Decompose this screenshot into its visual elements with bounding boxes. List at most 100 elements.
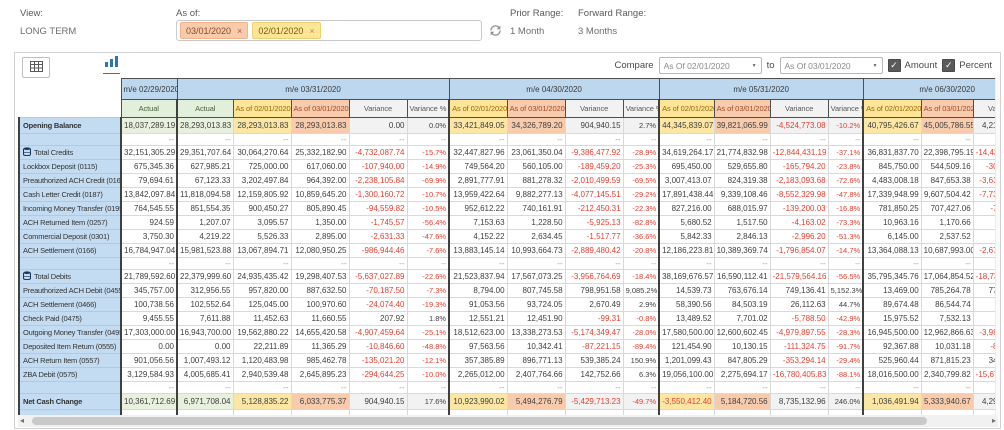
table-cell: --: [862, 257, 922, 270]
chart-view-button[interactable]: [103, 56, 120, 74]
table-cell: 785,264.78: [920, 283, 974, 298]
table-cell: 17,567,073.25: [506, 269, 566, 284]
table-cell: --: [406, 381, 451, 394]
table-cell: 10,361,712.69: [120, 393, 178, 410]
scroll-left-icon[interactable]: ◂: [20, 415, 24, 427]
table-cell: 2,940,539.48: [232, 367, 292, 382]
amount-checkbox[interactable]: ✓: [887, 59, 901, 72]
compare-to-value: As Of 03/01/2020: [784, 60, 851, 71]
table-row: Lockbox Deposit (0115) 675,345.36 627,985.…: [18, 159, 998, 174]
table-cell: --: [506, 381, 566, 394]
table-cell: --: [290, 257, 350, 270]
table-cell: 13,842,097.84: [120, 187, 178, 202]
table-cell: 807,745.58: [506, 283, 566, 298]
table-cell: 740,161.91: [506, 201, 566, 216]
table-row: Check Paid (0475) 9,455.55 7,611.88 11,452.…: [18, 311, 998, 326]
row-label: ACH Settlement (0466): [18, 297, 122, 312]
table-cell: --: [713, 257, 771, 270]
row-label: Preauthorized ACH Credit (0165): [18, 173, 122, 188]
table-cell: 2,895.00: [290, 229, 350, 244]
row-label: Deposited Item Return (0555): [18, 339, 122, 354]
table-cell: 67,123.33: [176, 173, 234, 188]
table-cell: --: [769, 381, 829, 394]
table-cell: -4,732,087.74: [348, 145, 408, 160]
table-cell: 100,970.60: [290, 297, 350, 312]
table-cell: 3,202,497.84: [232, 173, 292, 188]
chip-remove-icon[interactable]: ×: [309, 26, 314, 36]
table-cell: 10,923,990.02: [448, 393, 508, 410]
table-row: Commercial Deposit (0301) 3,750.30 4,219.2…: [18, 229, 998, 244]
table-cell: -49.7%: [622, 393, 661, 410]
table-cell: 2,670.49: [564, 297, 624, 312]
horizontal-scrollbar[interactable]: ◂ ▸: [18, 415, 998, 427]
column-group-header: m/e 05/31/2020: [658, 78, 864, 100]
table-cell: --: [232, 257, 292, 270]
table-cell: 1,228.50: [506, 215, 566, 230]
table-cell: 13,067,894.71: [232, 243, 292, 258]
table-cell: 900,450.27: [232, 201, 292, 216]
table-cell: 4,219.22: [176, 229, 234, 244]
table-cell: --: [176, 381, 234, 394]
vertical-scrollbar[interactable]: [995, 77, 1000, 417]
amount-option: ✓ Amount: [887, 59, 937, 72]
row-label: Total Credits: [18, 145, 122, 160]
table-cell: 86,544.74: [920, 297, 974, 312]
table-row: ZBA Debit (0575) 3,129,584.93 4,005,685.41…: [18, 367, 998, 382]
table-cell: 23,061,350.04: [506, 145, 566, 160]
date-chip[interactable]: 02/01/2020 ×: [252, 22, 321, 39]
chip-remove-icon[interactable]: ×: [237, 26, 242, 36]
column-group-header: m/e 02/29/2020: [120, 78, 178, 100]
table-cell: 102,552.64: [176, 297, 234, 312]
row-label: ACH Settlement (0166): [18, 243, 122, 258]
grid-view-button[interactable]: [22, 57, 50, 78]
table-cell: -12.1%: [406, 353, 451, 368]
row-label: [18, 257, 122, 270]
table-row: Incoming Money Transfer (0195) 764,545.55…: [18, 201, 998, 216]
table-cell: 28,293,013.83: [176, 117, 234, 134]
table-cell: 10,859,645.20: [290, 187, 350, 202]
table-cell: 827,216.00: [658, 201, 715, 216]
column-header: Variance: [564, 99, 624, 118]
row-label: Lockbox Deposit (0115): [18, 159, 122, 174]
row-label: Opening Balance: [18, 117, 122, 134]
table-cell: -4,077,145.51: [564, 187, 624, 202]
table-cell: --: [406, 257, 451, 270]
row-label: Preauthorized ACH Debit (0455): [18, 283, 122, 298]
compare-label: Compare: [614, 60, 654, 71]
column-header: Variance %: [406, 99, 451, 118]
percent-checkbox[interactable]: ✓: [942, 59, 956, 72]
table-cell: --: [622, 257, 661, 270]
table-row: Deposited Item Return (0555) 0.00 0.00 22,2…: [18, 339, 998, 354]
table-cell: --: [713, 133, 771, 146]
table-cell: -94,559.82: [348, 201, 408, 216]
table-cell: --: [176, 133, 234, 146]
table-cell: 13,469.00: [862, 283, 922, 298]
compare-to-select[interactable]: As Of 03/01/2020 ▼: [779, 57, 883, 74]
table-cell: 19,056,100.00: [658, 367, 715, 382]
date-chip[interactable]: 03/01/2020 ×: [180, 22, 249, 39]
table-cell: 847,653.38: [920, 173, 974, 188]
table-cell: 6,971,708.04: [176, 393, 234, 410]
table-cell: -82.8%: [622, 215, 661, 230]
table-cell: 901,056.56: [120, 353, 178, 368]
table-cell: 9,085.2%: [622, 283, 661, 298]
table-cell: -56.4%: [406, 215, 451, 230]
table-cell: 529,655.80: [713, 159, 771, 174]
table-cell: 7,611.88: [176, 311, 234, 326]
as-of-input[interactable]: 03/01/2020 × 02/01/2020 ×: [176, 20, 482, 41]
table-cell: -2,631.33: [348, 229, 408, 244]
table-cell: --: [176, 257, 234, 270]
table-cell: 6.3%: [622, 367, 661, 382]
table-cell: -47.6%: [406, 229, 451, 244]
table-cell: 30,064,270.64: [232, 145, 292, 160]
table-cell: 0.0%: [406, 117, 451, 134]
compare-from-select[interactable]: As Of 02/01/2020 ▼: [658, 57, 762, 74]
scrollbar-thumb[interactable]: [32, 417, 927, 425]
table-cell: -29.4%: [827, 353, 865, 368]
refresh-icon[interactable]: [489, 24, 503, 38]
table-cell: 39,821,065.99: [713, 117, 771, 134]
table-cell: 964,392.00: [290, 173, 350, 188]
column-header: Variance %: [827, 99, 865, 118]
table-cell: 84,503.19: [713, 297, 771, 312]
table-cell: 763,676.14: [713, 283, 771, 298]
